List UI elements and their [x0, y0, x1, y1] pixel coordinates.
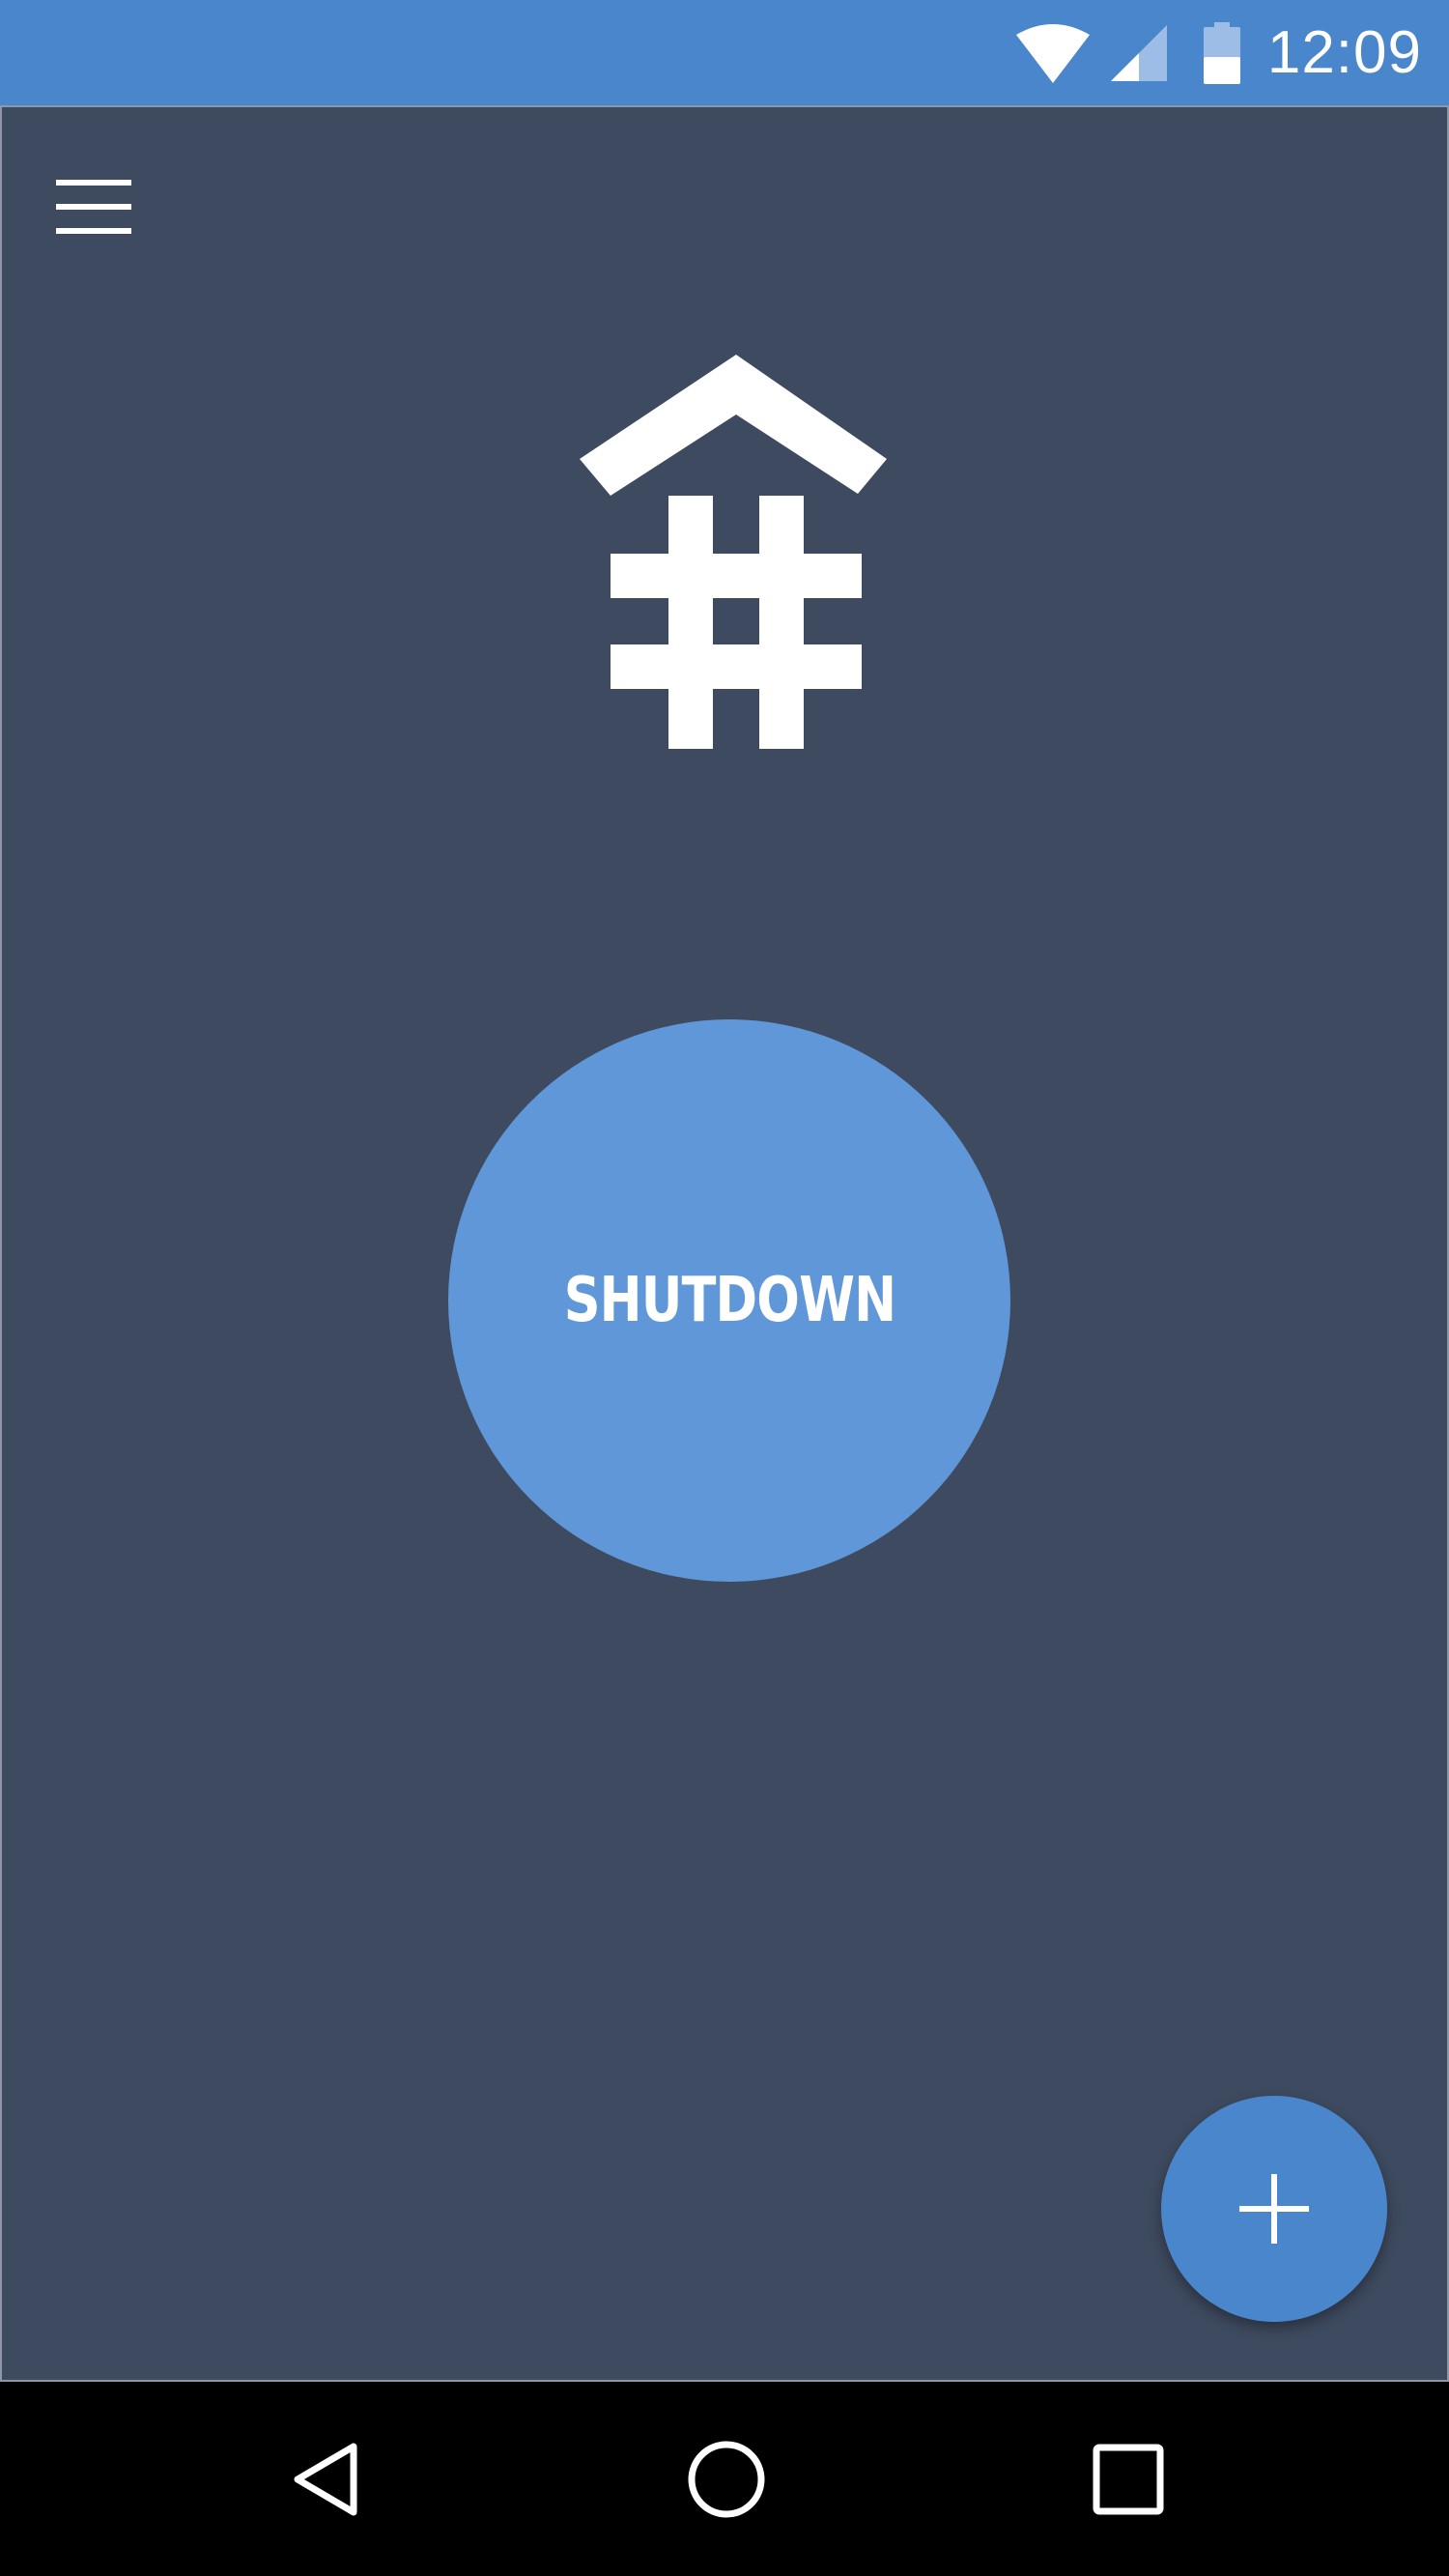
add-fab-button[interactable] [1161, 2096, 1387, 2322]
status-time: 12:09 [1266, 18, 1422, 86]
phone-screen: 12:09 SHUTDOWN [0, 0, 1449, 2576]
menu-button[interactable] [43, 156, 145, 258]
plus-icon [1239, 2174, 1309, 2244]
shutdown-button-label: SHUTDOWN [563, 1265, 895, 1336]
recents-icon [1093, 2444, 1164, 2515]
shutdown-button[interactable]: SHUTDOWN [448, 1019, 1010, 1582]
nav-recents-button[interactable] [1070, 2421, 1186, 2537]
hamburger-menu-icon [56, 180, 131, 234]
nav-home-button[interactable] [668, 2421, 784, 2537]
back-icon [294, 2443, 357, 2516]
navigation-bar [0, 2383, 1449, 2576]
status-bar: 12:09 [0, 0, 1449, 105]
roof-hash-logo-icon [580, 355, 887, 749]
home-icon [688, 2441, 765, 2518]
battery-icon [1203, 21, 1240, 84]
status-icons: 12:09 [1015, 0, 1422, 105]
cell-signal-icon [1110, 24, 1167, 81]
wifi-icon [1015, 23, 1090, 83]
app-content: SHUTDOWN [0, 105, 1449, 2382]
nav-back-button[interactable] [269, 2421, 384, 2537]
